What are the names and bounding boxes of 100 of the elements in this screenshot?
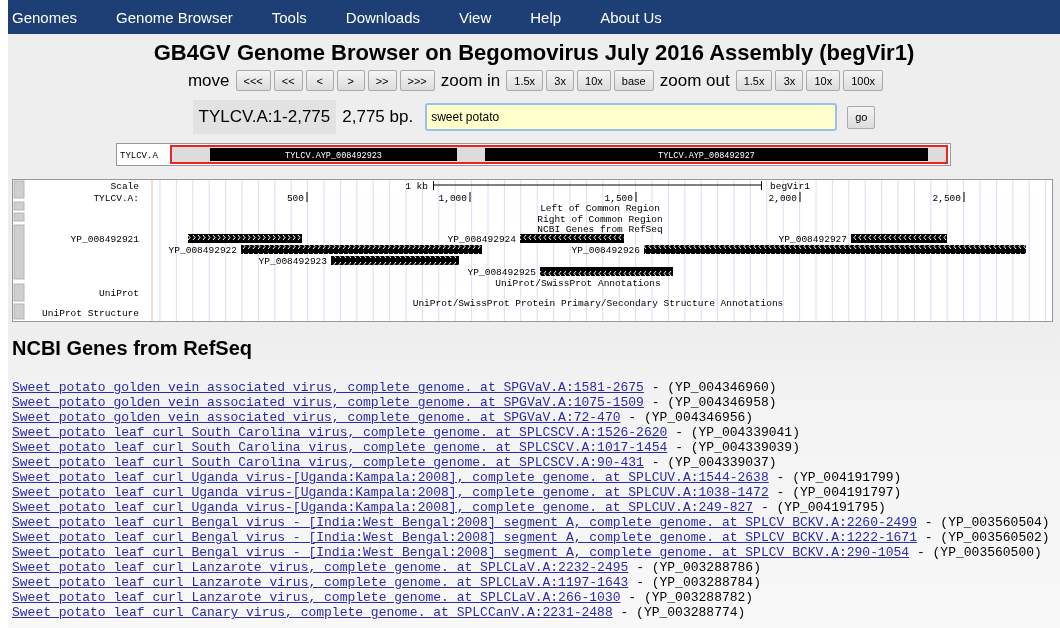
gene-link[interactable]: Sweet potato leaf curl Uganda virus-[Uganda:Kampala:2008], complete genome. at SPLCUV.A:1544-2638 [12,470,769,485]
accession-text: - (YP_003288774) [620,605,746,620]
gene-feature[interactable] [520,234,624,243]
accession-text: - (YP_003288784) [636,575,761,590]
feature-label: YP_008492922 [168,245,237,256]
tick-label: 2,000 [768,193,797,204]
nav-menu-item[interactable]: Tools [271,8,307,26]
navigation-button[interactable]: < [305,70,334,91]
gene-link[interactable]: Sweet potato golden vein associated virus, complete genome. at SPGVaV.A:1075-1509 [12,395,644,410]
tick-label: 2,500 [932,193,961,204]
gene-link[interactable]: Sweet potato leaf curl Uganda virus-[Uganda:Kampala:2008], complete genome. at SPLCUV.A:249-827 [12,500,754,515]
accession-text: - (YP_004346956) [628,410,754,425]
assembly-label: begVir1 [770,181,810,192]
track-label: Scale [110,181,139,192]
gene-link[interactable]: Sweet potato leaf curl Lanzarote virus, complete genome. at SPLCLaV.A:266-1030 [12,590,621,605]
tick-label: 1,000 [438,193,467,204]
navigation-button[interactable]: 1.5x [735,70,773,91]
page-title: GB4GV Genome Browser on Begomovirus July 2016 Assembly (begVir1) [153,40,915,66]
nav-menu-item[interactable]: View [459,8,492,26]
feature-label: YP_008492926 [571,245,640,256]
gene-link[interactable]: Sweet potato golden vein associated virus, complete genome. at SPGVaV.A:1581-2675 [12,380,644,395]
gene-feature[interactable] [188,234,302,243]
feature-label: YP_008492921 [70,234,139,245]
gene-feature[interactable] [851,234,947,243]
tick-mark [799,191,801,203]
gene-link[interactable]: Sweet potato leaf curl South Carolina virus, complete genome. at SPLCSCV.A:1526-2620 [12,425,668,440]
track-toggle-button[interactable] [13,180,25,199]
gene-link[interactable]: Sweet potato leaf curl South Carolina virus, complete genome. at SPLCSCV.A:1017-1454 [12,440,668,455]
chromosome-label: TYLCV.A [120,151,158,161]
track-title: Left of Common Region [540,203,660,214]
navigation-button[interactable]: 100x [843,70,884,91]
navigation-button[interactable]: << [273,70,303,91]
gene-link[interactable]: Sweet potato leaf curl Uganda virus-[Uganda:Kampala:2008], complete genome. at SPLCUV.A:1038-1472 [12,485,769,500]
tick-mark [306,191,308,203]
nav-menu-item[interactable]: About Us [600,8,662,26]
track-title: UniProt/SwissProt Protein Primary/Secondary Structure Annotations [412,298,784,309]
feature-label: YP_008492924 [447,234,516,245]
accession-text: - (YP_003560502) [924,530,1050,545]
navigation-button[interactable]: 3x [546,70,575,91]
accession-text: - (YP_004339041) [675,425,800,440]
zoom-out-label: zoom out [659,70,730,91]
navigation-button[interactable]: > [336,70,365,91]
navigation-button[interactable]: >>> [399,70,435,91]
chromosome-segment: TYLCV.AYP_008492927 [485,148,928,161]
search-field[interactable]: sweet potato [425,103,838,131]
accession-text: - (YP_004191799) [776,470,902,485]
gene-feature[interactable] [540,267,673,276]
track-toggle-button[interactable] [13,201,25,211]
navigation-button[interactable]: 10x [806,70,841,91]
navigation-button[interactable]: base [613,70,654,91]
gene-link[interactable]: Sweet potato leaf curl Bengal virus - [India:West Bengal:2008] segment A, complete genome. at SPLCV_BCKV.A:2260-2499 [12,515,917,530]
tick-label: 500 [286,193,304,204]
gene-feature[interactable] [331,256,459,265]
gene-link[interactable]: Sweet potato leaf curl Canary virus, complete genome. at SPLCCanV.A:2231-2488 [12,605,613,620]
navigation-button[interactable]: 1.5x [506,70,544,91]
accession-text: - (YP_004191797) [776,485,902,500]
navigation-button[interactable]: >> [367,70,397,91]
tick-mark [635,191,637,203]
track-toggle-button[interactable] [13,224,25,280]
accession-text: - (YP_004339039) [675,440,800,455]
gene-feature[interactable] [241,245,482,254]
tick-mark [963,191,965,203]
accession-text: - (YP_003288786) [636,560,761,575]
chromosome-segment: TYLCV.AYP_008492923 [210,148,457,161]
nav-menu-item[interactable]: Help [530,8,562,26]
accession-text: - (YP_003560504) [924,515,1050,530]
track-toggle-button[interactable] [13,212,25,222]
feature-label: YP_008492923 [258,256,327,267]
track-title: NCBI Genes from RefSeq [537,224,663,235]
navigation-button[interactable]: 10x [577,70,611,91]
nav-menu-item[interactable]: Genomes [12,8,78,26]
track-title: Right of Common Region [537,214,663,225]
track-label: UniProt [99,288,139,299]
gene-link[interactable]: Sweet potato golden vein associated virus, complete genome. at SPGVaV.A:72-470 [12,410,621,425]
navigation-button[interactable]: <<< [235,70,271,91]
nav-menu-item[interactable]: Downloads [345,8,420,26]
tick-label: 1,500 [604,193,633,204]
track-label: UniProt Structure [42,308,139,319]
gene-link[interactable]: Sweet potato leaf curl Bengal virus - [India:West Bengal:2008] segment A, complete genome. at SPLCV_BCKV.A:290-1054 [12,545,910,560]
nav-menu-item[interactable]: Genome Browser [116,8,233,26]
move-label: move [187,70,230,91]
feature-label: YP_008492927 [778,234,847,245]
accession-text: - (YP_004191795) [760,500,886,515]
track-title: UniProt/SwissProt Annotations [495,278,661,289]
tick-mark [469,191,471,203]
accession-text: - (YP_004346960) [651,380,777,395]
gene-link[interactable]: Sweet potato leaf curl South Carolina virus, complete genome. at SPLCSCV.A:90-431 [12,455,644,470]
go-button[interactable]: go [847,105,876,129]
length-text: 2,775 bp. [342,107,414,127]
gene-feature[interactable] [644,245,1026,254]
gene-link[interactable]: Sweet potato leaf curl Lanzarote virus, complete genome. at SPLCLaV.A:1197-1643 [12,575,629,590]
accession-text: - (YP_003560500) [916,545,1042,560]
navigation-button[interactable]: 3x [775,70,804,91]
feature-label: YP_008492925 [467,267,536,278]
section-heading: NCBI Genes from RefSeq [12,337,254,360]
gene-link[interactable]: Sweet potato leaf curl Bengal virus - [India:West Bengal:2008] segment A, complete genome. at SPLCV_BCKV.A:1222-1671 [12,530,917,545]
position-range: TYLCV.A:1-2,775 [192,100,337,134]
gene-link[interactable]: Sweet potato leaf curl Lanzarote virus, complete genome. at SPLCLaV.A:2232-2495 [12,560,629,575]
accession-text: - (YP_004346958) [651,395,777,410]
track-label: TYLCV.A: [93,193,139,204]
